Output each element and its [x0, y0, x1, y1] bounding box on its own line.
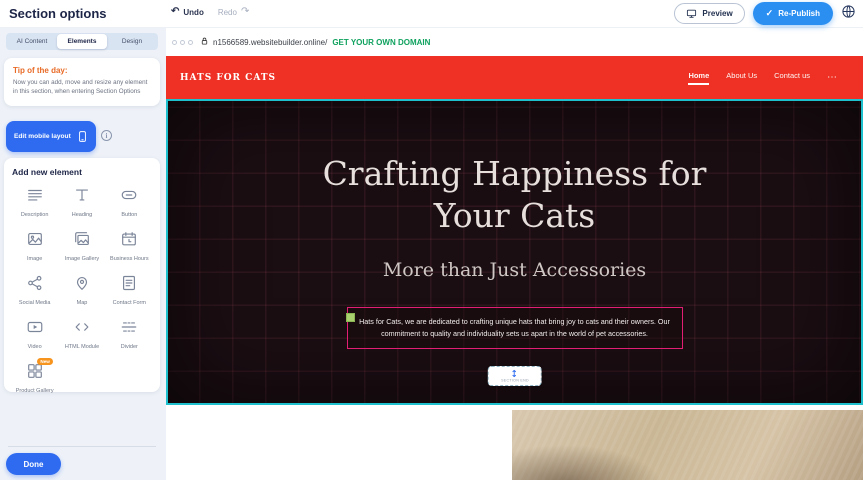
- element-label: Video: [28, 344, 42, 351]
- divider-icon: [120, 318, 138, 341]
- social-media-icon: [26, 274, 44, 297]
- monitor-icon: [686, 8, 697, 19]
- map-icon: [73, 274, 91, 297]
- element-divider[interactable]: Divider: [107, 318, 152, 351]
- edit-mobile-label: Edit mobile layout: [14, 133, 71, 140]
- add-element-title: Add new element: [12, 167, 152, 177]
- element-image-gallery[interactable]: Image Gallery: [59, 230, 104, 263]
- element-button[interactable]: Button: [107, 186, 152, 219]
- image-icon: [26, 230, 44, 253]
- element-label: Divider: [121, 344, 138, 351]
- hero-body-text: Hats for Cats, we are dedicated to craft…: [359, 317, 670, 338]
- video-icon: [26, 318, 44, 341]
- element-business-hours[interactable]: Business Hours: [107, 230, 152, 263]
- element-label: Image: [27, 256, 42, 263]
- hero-text-box[interactable]: Hats for Cats, we are dedicated to craft…: [347, 307, 683, 349]
- element-social-media[interactable]: Social Media: [12, 274, 57, 307]
- undo-label: Undo: [183, 8, 203, 17]
- redo-icon: ↷: [241, 7, 249, 17]
- get-domain-link[interactable]: GET YOUR OWN DOMAIN: [332, 38, 430, 47]
- phone-icon: [76, 130, 89, 143]
- element-map[interactable]: Map: [59, 274, 104, 307]
- site-logo[interactable]: Hats for Cats: [180, 73, 276, 83]
- info-icon[interactable]: i: [101, 130, 112, 141]
- browser-bar: n1566589.websitebuilder.online/ GET YOUR…: [166, 28, 863, 56]
- tab-design[interactable]: Design: [107, 34, 157, 49]
- element-contact-form[interactable]: Contact Form: [107, 274, 152, 307]
- element-grid: Description Heading Button Image Image Galle…: [12, 186, 152, 394]
- site-nav: HomeAbout UsContact us⋯: [688, 71, 837, 85]
- undo-icon: ↶: [171, 7, 179, 17]
- hero-section[interactable]: Crafting Happiness for Your Cats More th…: [166, 99, 863, 405]
- site-url: n1566589.websitebuilder.online/: [213, 38, 327, 47]
- resize-vertical-icon: [510, 369, 519, 378]
- history-controls: ↶ Undo Redo ↷: [171, 7, 249, 17]
- image-gallery-icon: [73, 230, 91, 253]
- element-label: Image Gallery: [65, 256, 99, 263]
- tab-elements[interactable]: Elements: [57, 34, 107, 49]
- redo-button[interactable]: Redo ↷: [218, 7, 250, 17]
- hero-heading[interactable]: Crafting Happiness for Your Cats: [300, 99, 730, 237]
- element-label: Social Media: [19, 300, 51, 307]
- button-icon: [120, 186, 138, 209]
- element-heading[interactable]: Heading: [59, 186, 104, 219]
- browser-dots-icon: [172, 40, 193, 45]
- topbar: Section options ↶ Undo Redo ↷ Preview ✓ …: [0, 0, 863, 28]
- nav-contact-us[interactable]: Contact us: [774, 71, 810, 85]
- next-section-image[interactable]: [512, 410, 863, 480]
- element-selection-handle[interactable]: [346, 313, 355, 322]
- element-label: Product Gallery: [16, 388, 54, 395]
- element-image[interactable]: Image: [12, 230, 57, 263]
- add-element-card: Add new element Description Heading Button…: [4, 158, 160, 392]
- element-label: Contact Form: [113, 300, 146, 307]
- tip-card: Tip of the day: Now you can add, move an…: [4, 58, 160, 106]
- hero-subheading[interactable]: More than Just Accessories: [166, 259, 863, 281]
- section-handle-label: SECTION END: [501, 379, 529, 383]
- element-product-gallery[interactable]: NewProduct Gallery: [12, 362, 57, 395]
- description-icon: [26, 186, 44, 209]
- element-label: Description: [21, 212, 49, 219]
- preview-label: Preview: [702, 9, 732, 18]
- nav-about-us[interactable]: About Us: [726, 71, 757, 85]
- language-globe-icon[interactable]: [841, 4, 856, 24]
- sidebar-tabs: AI ContentElementsDesign: [6, 33, 158, 50]
- contact-form-icon: [120, 274, 138, 297]
- element-html-module[interactable]: HTML Module: [59, 318, 104, 351]
- product-gallery-icon: [26, 362, 44, 385]
- website-preview: Hats for Cats HomeAbout UsContact us⋯ Cr…: [166, 56, 863, 480]
- business-hours-icon: [120, 230, 138, 253]
- lock-icon: [200, 33, 209, 51]
- preview-button[interactable]: Preview: [674, 3, 744, 24]
- topbar-actions: Preview ✓ Re-Publish: [674, 2, 856, 25]
- nav-home[interactable]: Home: [688, 71, 709, 85]
- tip-title: Tip of the day:: [13, 66, 151, 75]
- element-label: Business Hours: [110, 256, 149, 263]
- republish-label: Re-Publish: [778, 9, 820, 18]
- section-resize-handle[interactable]: SECTION END: [487, 366, 542, 386]
- edit-mobile-layout-button[interactable]: Edit mobile layout: [6, 121, 96, 152]
- heading-icon: [73, 186, 91, 209]
- check-icon: ✓: [766, 8, 774, 19]
- element-label: Map: [77, 300, 88, 307]
- new-badge: New: [37, 358, 52, 365]
- element-label: Button: [121, 212, 137, 219]
- html-module-icon: [73, 318, 91, 341]
- tab-ai-content[interactable]: AI Content: [7, 34, 57, 49]
- republish-button[interactable]: ✓ Re-Publish: [753, 2, 833, 25]
- undo-button[interactable]: ↶ Undo: [171, 7, 204, 17]
- page-title: Section options: [9, 6, 107, 21]
- site-header[interactable]: Hats for Cats HomeAbout UsContact us⋯: [166, 56, 863, 99]
- redo-label: Redo: [218, 8, 237, 17]
- element-label: HTML Module: [65, 344, 99, 351]
- done-button[interactable]: Done: [6, 453, 61, 475]
- element-video[interactable]: Video: [12, 318, 57, 351]
- element-description[interactable]: Description: [12, 186, 57, 219]
- canvas: n1566589.websitebuilder.online/ GET YOUR…: [166, 28, 863, 480]
- sidebar: AI ContentElementsDesign Tip of the day:…: [0, 28, 166, 480]
- tip-body: Now you can add, move and resize any ele…: [13, 79, 151, 97]
- element-label: Heading: [72, 212, 93, 219]
- sidebar-divider: [8, 446, 156, 447]
